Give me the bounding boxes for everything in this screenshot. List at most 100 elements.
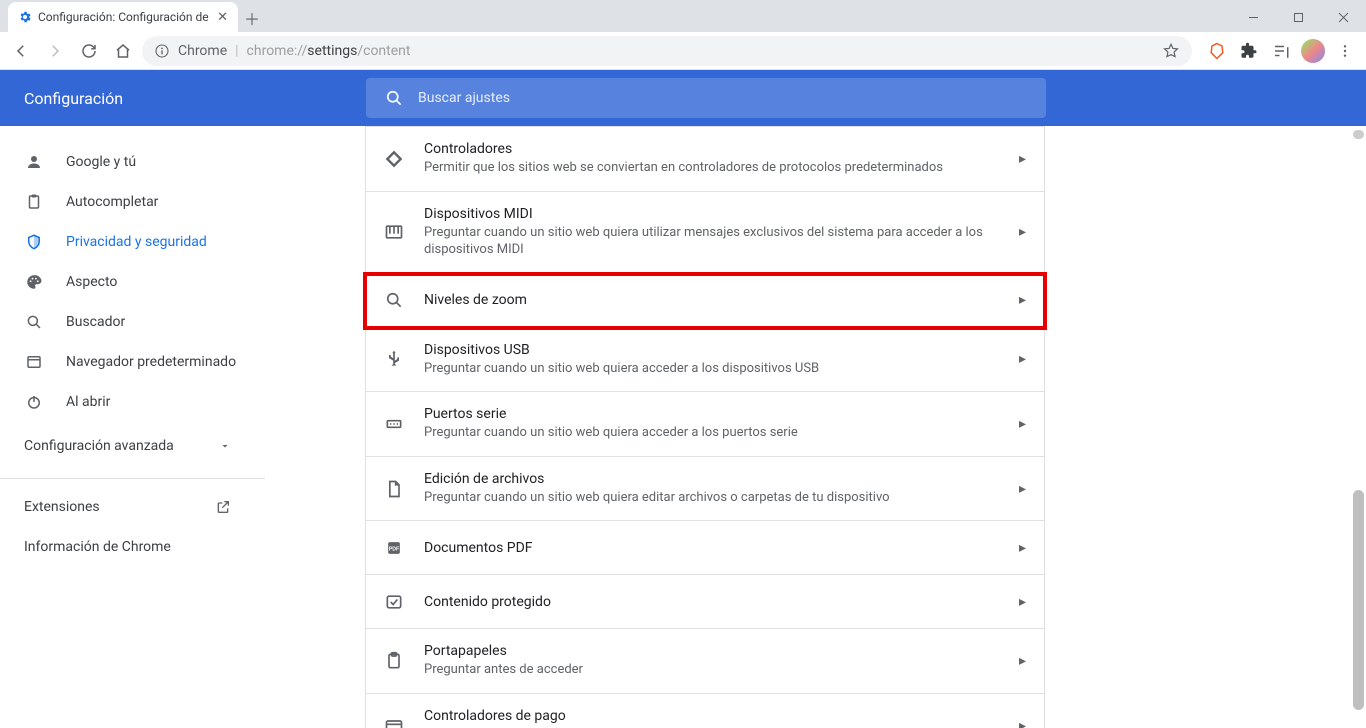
chevron-right-icon: ▸ [1019,594,1026,610]
gear-icon [18,10,32,24]
site-info-icon[interactable] [154,43,170,59]
handler-icon [384,149,404,169]
sidebar-extensions-label: Extensiones [24,499,100,515]
power-icon [24,393,44,411]
url-scheme-label: Chrome [178,43,227,59]
sidebar-item-autofill[interactable]: Autocompletar [0,182,265,222]
serial-icon [384,414,404,434]
row-payment-handlers[interactable]: Controladores de pago Permitir a los sit… [365,694,1045,728]
row-title: Puertos serie [424,406,999,422]
payment-icon [384,716,404,728]
window-controls [1231,2,1366,32]
chevron-right-icon: ▸ [1019,481,1026,497]
palette-icon [24,273,44,291]
chevron-right-icon: ▸ [1019,416,1026,432]
clipboard-row-icon [384,651,404,671]
open-external-icon [215,499,231,515]
sidebar-item-privacy[interactable]: Privacidad y seguridad [0,222,265,262]
search-icon [24,313,44,331]
row-clipboard[interactable]: Portapapeles Preguntar antes de acceder … [365,629,1045,694]
sidebar-item-label: Autocompletar [66,194,158,210]
chrome-menu-button[interactable] [1330,36,1360,66]
sidebar-divider [0,478,265,479]
sidebar-item-label: Aspecto [66,274,117,290]
settings-search[interactable]: Buscar ajustes [366,78,1046,118]
url-separator: | [235,43,238,59]
sidebar-item-search[interactable]: Buscador [0,302,265,342]
row-pdf[interactable]: PDF Documentos PDF ▸ [365,521,1045,575]
search-placeholder: Buscar ajustes [418,90,510,106]
file-edit-icon [384,479,404,499]
chevron-right-icon: ▸ [1019,151,1026,167]
row-midi[interactable]: Dispositivos MIDI Preguntar cuando un si… [365,192,1045,274]
row-file-edit[interactable]: Edición de archivos Preguntar cuando un … [365,457,1045,522]
minimize-button[interactable] [1231,2,1276,32]
sidebar-item-appearance[interactable]: Aspecto [0,262,265,302]
row-title: Documentos PDF [424,540,999,556]
sidebar-advanced-toggle[interactable]: Configuración avanzada [0,422,255,470]
protected-icon [384,592,404,612]
row-protected-content[interactable]: Contenido protegido ▸ [365,575,1045,629]
row-desc: Preguntar cuando un sitio web quiera uti… [424,224,999,259]
settings-content: Controladores Permitir que los sitios we… [265,126,1366,728]
row-title: Portapapeles [424,643,999,659]
clipboard-icon [24,193,44,211]
sidebar-item-label: Navegador predeterminado [66,354,236,370]
pdf-icon: PDF [384,538,404,558]
svg-text:PDF: PDF [389,546,399,552]
content-scrollbar[interactable] [1353,130,1364,139]
midi-icon [384,222,404,242]
sidebar-about-label: Información de Chrome [24,539,171,555]
new-tab-button[interactable]: ＋ [238,4,266,32]
maximize-button[interactable] [1276,2,1321,32]
extension-brave-icon[interactable] [1202,36,1232,66]
browser-icon [24,353,44,371]
sidebar-item-on-startup[interactable]: Al abrir [0,382,265,422]
close-window-button[interactable] [1321,2,1366,32]
chevron-right-icon: ▸ [1019,351,1026,367]
shield-icon [24,233,44,251]
home-button[interactable] [108,36,138,66]
row-usb[interactable]: Dispositivos USB Preguntar cuando un sit… [365,328,1045,393]
sidebar-item-label: Buscador [66,314,125,330]
row-desc: Preguntar cuando un sitio web quiera edi… [424,489,999,507]
chevron-down-icon [219,440,231,452]
address-bar[interactable]: Chrome | chrome://settings/content [142,36,1192,66]
person-icon [24,153,44,171]
search-icon [384,88,404,108]
row-desc: Permitir que los sitios web se convierta… [424,159,999,177]
chevron-right-icon: ▸ [1019,718,1026,728]
row-title: Controladores de pago [424,708,999,724]
row-zoom-levels[interactable]: Niveles de zoom ▸ [365,274,1045,328]
row-serial[interactable]: Puertos serie Preguntar cuando un sitio … [365,392,1045,457]
sidebar-item-google[interactable]: Google y tú [0,142,265,182]
star-icon[interactable] [1162,42,1180,60]
sidebar-item-default-browser[interactable]: Navegador predeterminado [0,342,265,382]
reading-list-icon[interactable] [1266,36,1296,66]
back-button[interactable] [6,36,36,66]
sidebar-item-label: Privacidad y seguridad [66,234,207,250]
row-desc: Preguntar antes de acceder [424,661,999,679]
forward-button[interactable] [40,36,70,66]
sidebar-item-extensions[interactable]: Extensiones [0,487,255,527]
browser-tab[interactable]: Configuración: Configuración de ✕ [8,2,238,32]
page-title: Configuración [0,89,260,108]
sidebar-advanced-label: Configuración avanzada [24,438,174,454]
url-text: chrome://settings/content [247,43,411,59]
chevron-right-icon: ▸ [1019,224,1026,240]
window-titlebar: Configuración: Configuración de ✕ ＋ [0,0,1366,32]
settings-header: Configuración Buscar ajustes [0,70,1366,126]
close-icon[interactable]: ✕ [217,10,228,25]
extensions-icon[interactable] [1234,36,1264,66]
row-title: Controladores [424,141,999,157]
sidebar-item-label: Al abrir [66,394,110,410]
browser-toolbar: Chrome | chrome://settings/content [0,32,1366,70]
row-controladores[interactable]: Controladores Permitir que los sitios we… [365,126,1045,192]
reload-button[interactable] [74,36,104,66]
profile-avatar[interactable] [1298,36,1328,66]
usb-icon [384,349,404,369]
content-scrollbar-thumb[interactable] [1353,490,1364,710]
sidebar-item-about[interactable]: Información de Chrome [0,527,255,567]
row-title: Contenido protegido [424,594,999,610]
row-title: Dispositivos MIDI [424,206,999,222]
